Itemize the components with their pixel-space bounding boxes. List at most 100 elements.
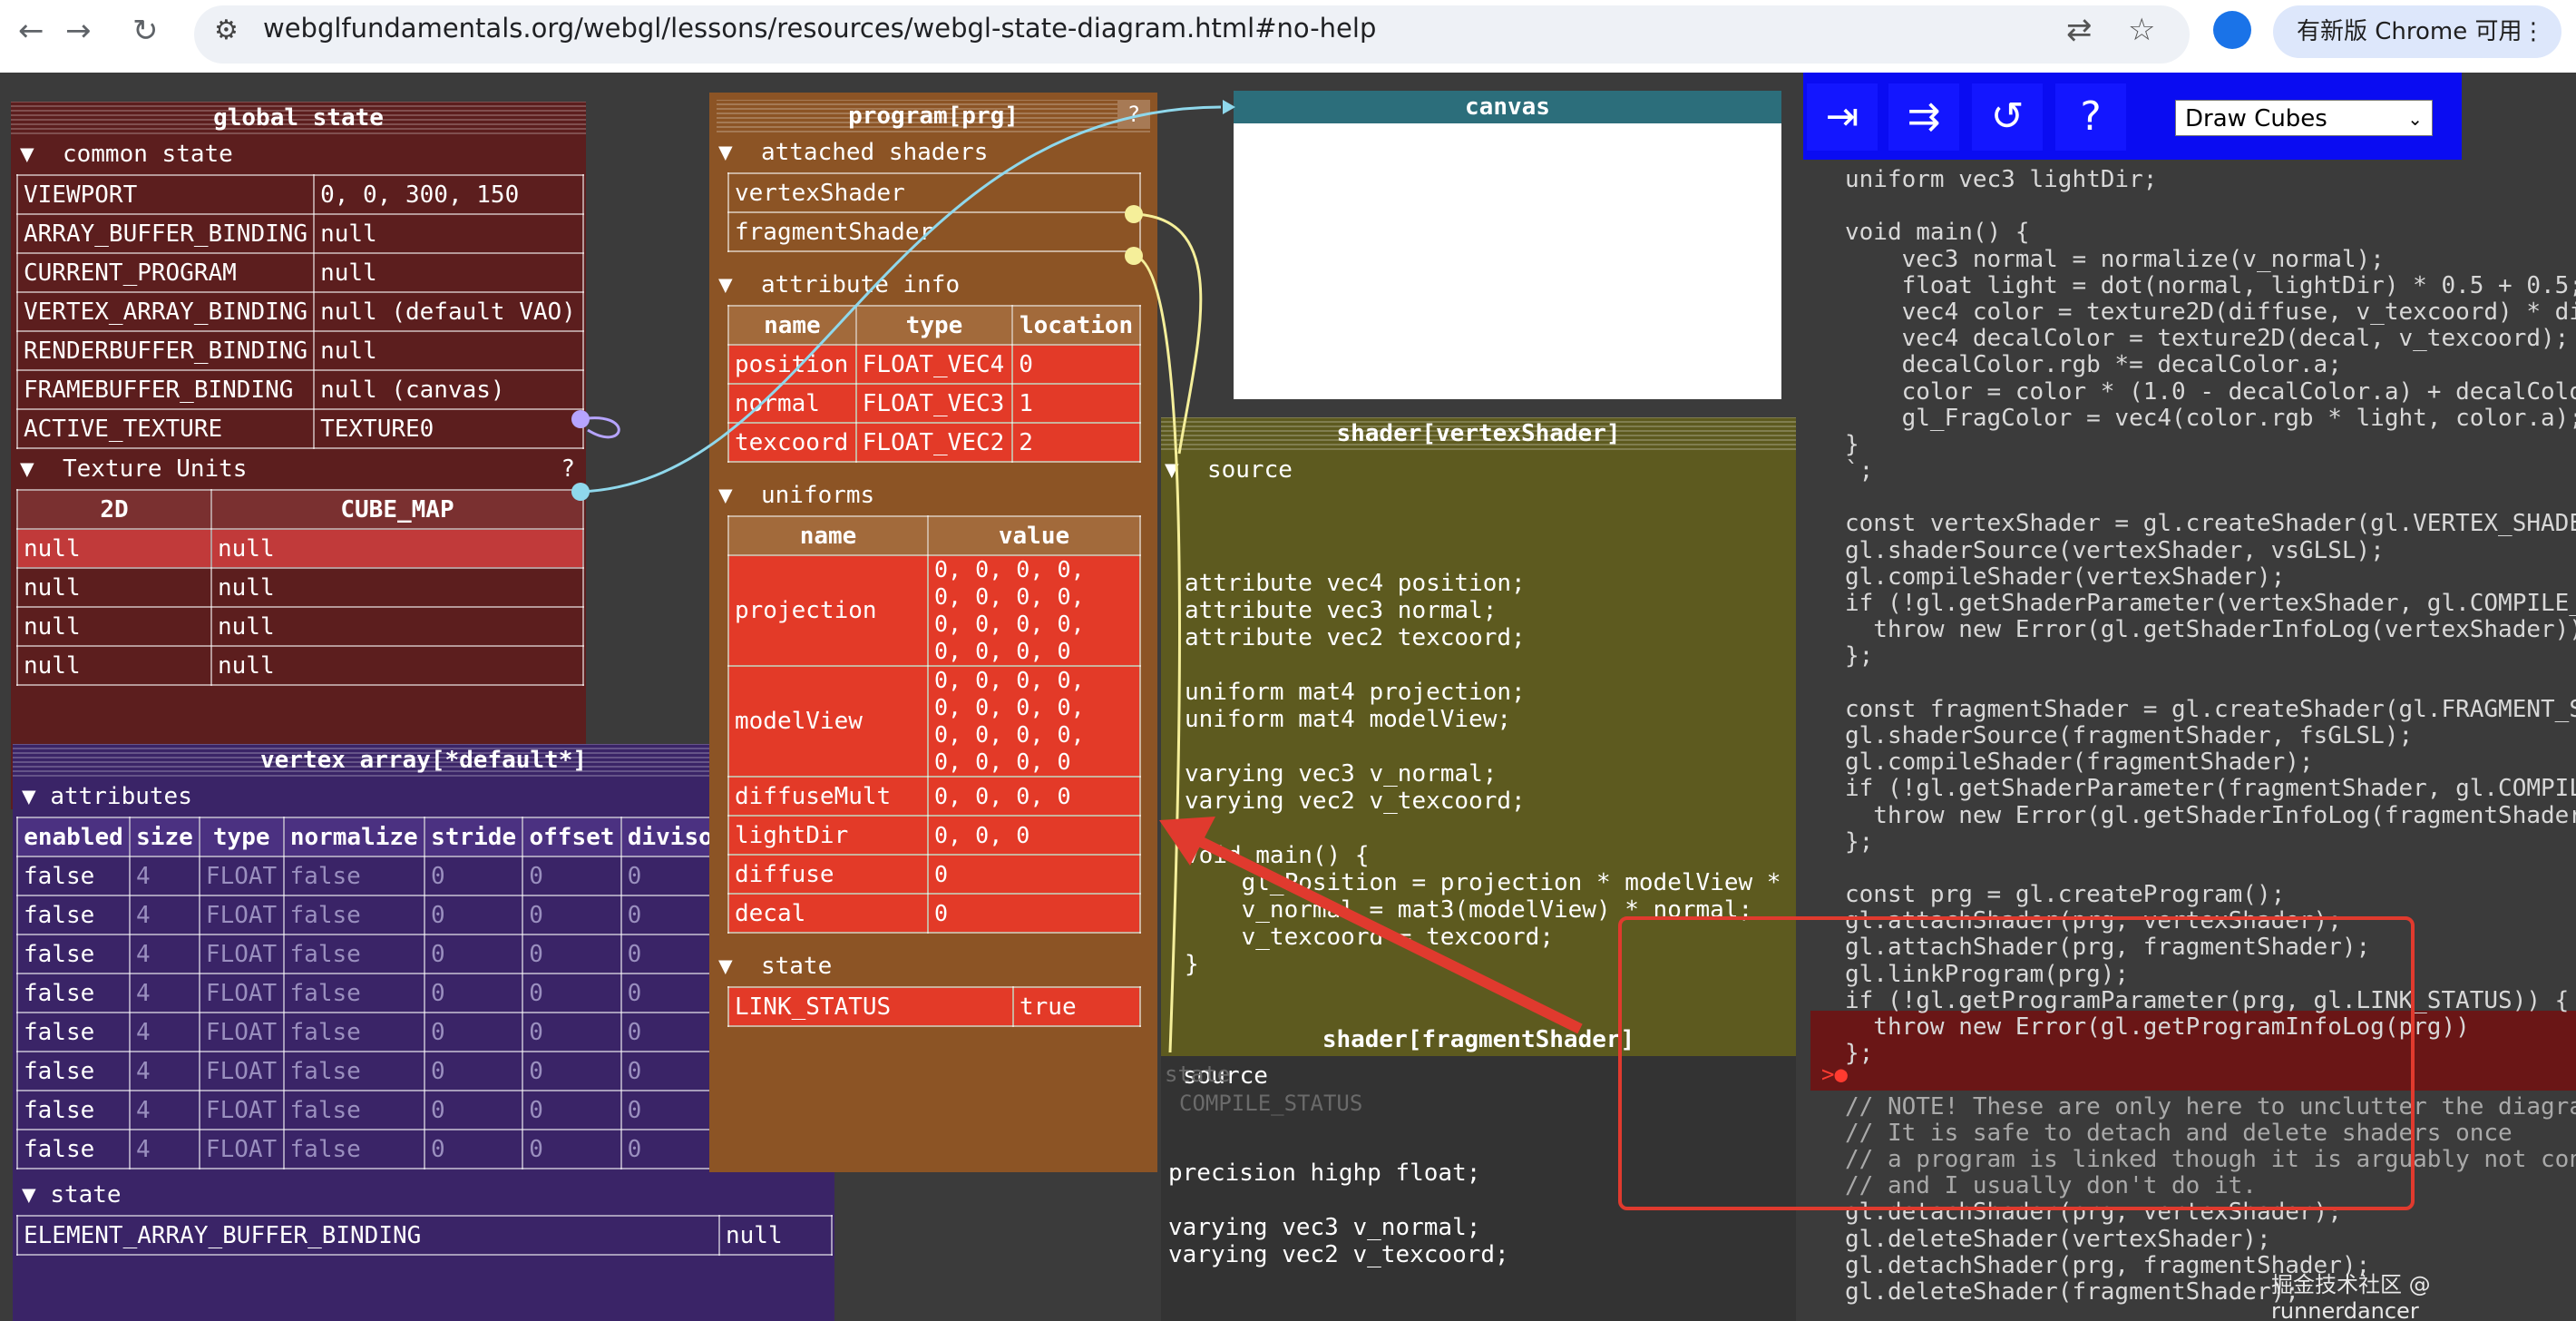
vao-state-label: state bbox=[50, 1181, 122, 1208]
state-name: VIEWPORT bbox=[15, 174, 316, 215]
attr-cell: 4 bbox=[129, 1129, 200, 1169]
attr-cell: FLOAT bbox=[198, 1051, 285, 1091]
step-button-icon[interactable]: ⇥ bbox=[1807, 83, 1878, 151]
element-binding-value: null bbox=[718, 1215, 833, 1256]
program-title[interactable]: program[prg] bbox=[717, 100, 1150, 132]
table-row: fragmentShader bbox=[727, 211, 1141, 252]
table-row[interactable]: null null bbox=[16, 567, 584, 608]
program-state-label: state bbox=[760, 953, 833, 980]
state-name: ARRAY_BUFFER_BINDING bbox=[15, 213, 316, 254]
code-line: gl_FragColor = vec4(color.rgb * light, c… bbox=[1845, 404, 2576, 432]
uniform-name: diffuseMult bbox=[727, 776, 929, 817]
reload-icon[interactable]: ↻ bbox=[132, 13, 159, 49]
attr-cell: 0 bbox=[423, 856, 524, 896]
profile-avatar-icon[interactable] bbox=[2213, 11, 2251, 49]
vao-state-toggle[interactable]: ▼ state bbox=[13, 1175, 834, 1215]
table-row: RENDERBUFFER_BINDING null bbox=[15, 330, 584, 371]
attr-cell: 4 bbox=[129, 1012, 200, 1052]
link-status-name: LINK_STATUS bbox=[727, 986, 1014, 1027]
example-select[interactable]: Draw Cubes ⌄ bbox=[2175, 100, 2433, 136]
vs-source-toggle[interactable]: ▼ source bbox=[1161, 450, 1796, 490]
table-row[interactable]: projection 0, 0, 0, 0, 0, 0, 0, 0, 0, 0, … bbox=[727, 554, 1141, 667]
bookmark-star-icon[interactable]: ☆ bbox=[2128, 12, 2155, 48]
attribute-info-table: name type location position FLOAT_VEC4 0 norma… bbox=[727, 305, 1141, 463]
step-all-button-icon[interactable]: ⇉ bbox=[1888, 83, 1959, 151]
attr-cell: FLOAT bbox=[198, 1012, 285, 1052]
watermark: 掘金技术社区 @ runnerdancer bbox=[2271, 1272, 2431, 1321]
state-name: CURRENT_PROGRAM bbox=[15, 252, 316, 293]
attr-header: stride bbox=[423, 817, 524, 857]
table-row[interactable]: decal 0 bbox=[727, 893, 1141, 934]
forward-arrow-icon[interactable]: → bbox=[65, 13, 92, 49]
help-button-icon[interactable]: ? bbox=[2055, 83, 2126, 151]
state-value: null bbox=[313, 213, 584, 254]
attr-cell: 0 bbox=[522, 1051, 622, 1091]
table-row[interactable]: null null bbox=[16, 528, 584, 569]
table-row[interactable]: diffuseMult 0, 0, 0, 0 bbox=[727, 776, 1141, 817]
attr-cell: FLOAT bbox=[198, 1090, 285, 1130]
attr-cell: false bbox=[15, 895, 132, 935]
webgl-canvas[interactable] bbox=[1234, 123, 1781, 399]
table-row[interactable]: null null bbox=[16, 645, 584, 686]
program-state-toggle[interactable]: ▼ state bbox=[709, 946, 1157, 986]
uniform-value: 0 bbox=[927, 854, 1141, 895]
back-arrow-icon[interactable]: ← bbox=[18, 13, 44, 49]
url-text[interactable]: webglfundamentals.org/webgl/lessons/reso… bbox=[263, 13, 1376, 44]
translate-icon[interactable]: ⇄ bbox=[2066, 12, 2093, 48]
vertex-shader-slot[interactable]: vertexShader bbox=[727, 172, 1141, 213]
uniform-header: value bbox=[927, 515, 1141, 556]
attr-cell: 0 bbox=[522, 895, 622, 935]
attr-cell: 4 bbox=[129, 895, 200, 935]
uniforms-toggle[interactable]: ▼ uniforms bbox=[709, 475, 1157, 515]
state-value: 0, 0, 300, 150 bbox=[313, 174, 584, 215]
global-state-panel[interactable]: global state ▼ common state VIEWPORT 0, 0… bbox=[11, 102, 586, 809]
chrome-update-button[interactable]: 有新版 Chrome 可用 ⋮ bbox=[2273, 5, 2561, 58]
attr-cell: false bbox=[282, 1090, 425, 1130]
table-row: LINK_STATUS true bbox=[727, 986, 1141, 1027]
attr-cell: false bbox=[282, 1129, 425, 1169]
table-row[interactable]: lightDir 0, 0, 0 bbox=[727, 815, 1141, 856]
common-state-toggle[interactable]: ▼ common state bbox=[11, 134, 586, 174]
attr-cell: false bbox=[282, 934, 425, 974]
state-value: null bbox=[313, 252, 584, 293]
code-line: vec4 color = texture2D(diffuse, v_texcoo… bbox=[1845, 298, 2576, 326]
texture-units-help-icon[interactable]: ? bbox=[561, 449, 575, 489]
attr-header: type bbox=[198, 817, 285, 857]
example-select-value: Draw Cubes bbox=[2185, 105, 2327, 132]
table-header-row: name value bbox=[727, 515, 1141, 556]
code-line: vec3 normal = normalize(v_normal); bbox=[1845, 245, 2385, 273]
canvas-panel[interactable]: canvas bbox=[1234, 91, 1781, 399]
attr-cell: 0 bbox=[522, 1012, 622, 1052]
vertex-shader-title[interactable]: shader[vertexShader] bbox=[1161, 417, 1796, 450]
table-row[interactable]: diffuse 0 bbox=[727, 854, 1141, 895]
attrib-cell: FLOAT_VEC3 bbox=[854, 383, 1014, 424]
program-panel[interactable]: program[prg] ? ▼ attached shaders vertex… bbox=[709, 93, 1157, 1172]
table-row[interactable]: null null bbox=[16, 606, 584, 647]
fragment-shader-slot[interactable]: fragmentShader bbox=[727, 211, 1141, 252]
table-row[interactable]: modelView 0, 0, 0, 0, 0, 0, 0, 0, 0, 0, 0… bbox=[727, 665, 1141, 778]
tex-cell: null bbox=[210, 567, 584, 608]
restart-button-icon[interactable]: ↺ bbox=[1972, 83, 2043, 151]
attrib-cell: FLOAT_VEC4 bbox=[854, 344, 1014, 385]
attribute-info-toggle[interactable]: ▼ attribute info bbox=[709, 265, 1157, 305]
code-line: float light = dot(normal, lightDir) * 0.… bbox=[1845, 271, 2576, 299]
attrib-header: type bbox=[854, 305, 1014, 346]
code-line: const vertexShader = gl.createShader(gl.… bbox=[1845, 510, 2576, 538]
attribute-info-label: attribute info bbox=[760, 271, 961, 298]
canvas-title[interactable]: canvas bbox=[1234, 91, 1781, 123]
state-name: RENDERBUFFER_BINDING bbox=[15, 330, 316, 371]
code-line: gl.deleteShader(vertexShader); bbox=[1845, 1225, 2271, 1253]
attr-cell: 0 bbox=[522, 1090, 622, 1130]
attr-cell: false bbox=[15, 934, 132, 974]
site-settings-icon[interactable]: ⚙ bbox=[214, 15, 239, 46]
attached-shaders-toggle[interactable]: ▼ attached shaders bbox=[709, 132, 1157, 172]
attr-cell: 4 bbox=[129, 973, 200, 1013]
state-diagram: global state ▼ common state VIEWPORT 0, 0… bbox=[0, 73, 2576, 1321]
texture-units-toggle[interactable]: ▼ Texture Units? bbox=[11, 449, 586, 489]
global-state-title[interactable]: global state bbox=[11, 102, 586, 134]
program-help-button[interactable]: ? bbox=[1117, 100, 1150, 129]
uniform-value: 0, 0, 0, 0 bbox=[927, 776, 1141, 817]
attr-cell: FLOAT bbox=[198, 1129, 285, 1169]
attrib-cell: 2 bbox=[1011, 422, 1141, 463]
